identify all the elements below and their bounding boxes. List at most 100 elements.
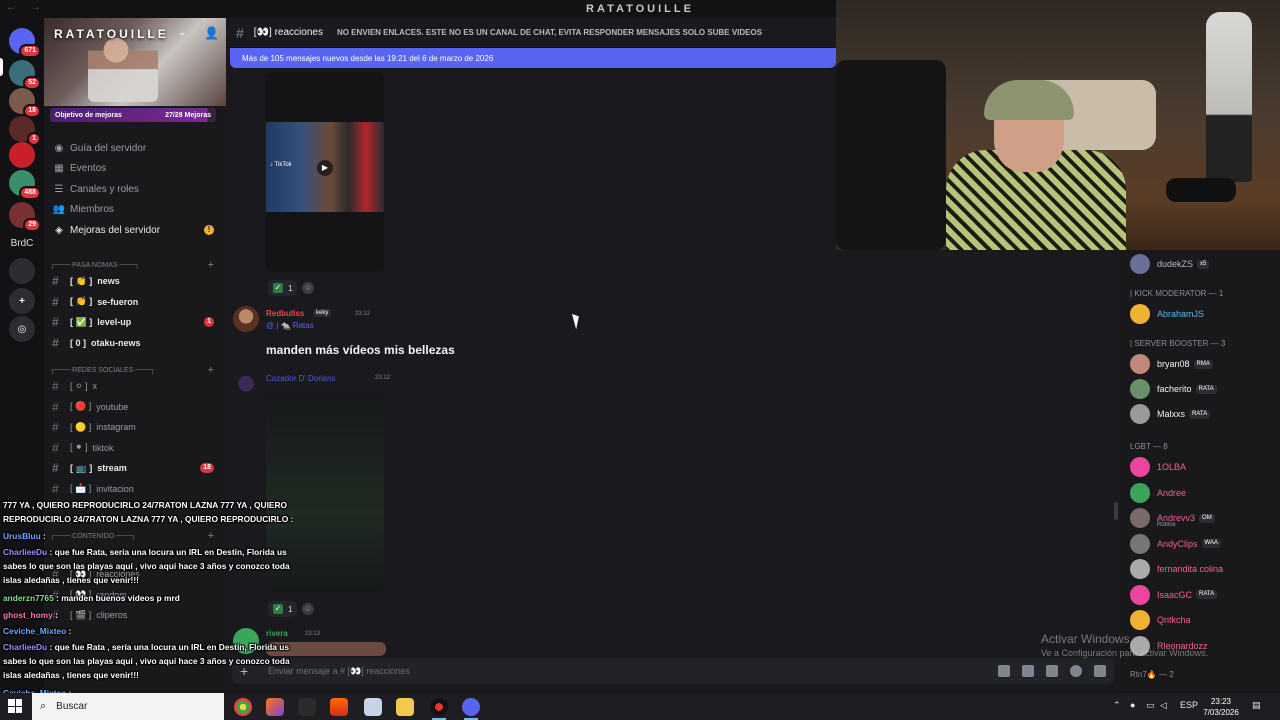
channel-stream[interactable]: # [ 📺 ] stream 18 [52,459,222,477]
channel-name: se-fueron [97,296,139,307]
channel-invitacion[interactable]: # [ 📩 ] invitacion [52,480,222,498]
webcam-microphone [1166,178,1236,202]
member-item[interactable]: Andrevv3 OM Roblox [1130,507,1280,529]
chevron-down-icon[interactable]: ⌄ [178,27,186,38]
avatar[interactable] [233,306,259,332]
message-author[interactable]: Redbullss [266,309,304,318]
member-item[interactable]: fernandita colina [1130,558,1280,580]
taskbar-search[interactable]: ⌕ Buscar [32,693,224,720]
category-redes-sociales[interactable]: ┌───·REDES SOCIALES·───┐ + [50,363,220,377]
avatar [1130,584,1150,605]
member-item[interactable]: 1OLBA [1130,456,1280,478]
add-channel-icon[interactable]: + [208,259,214,271]
live-app-icon[interactable] [298,698,316,716]
gift-icon[interactable] [998,665,1010,677]
sticker-icon[interactable] [1046,665,1058,677]
message-composer[interactable]: + Enviar mensaje a # [👀] reacciones [232,658,1114,684]
reply-mention[interactable]: @ | 🐀 Ratas [266,321,314,330]
server-name[interactable]: RATATOUILLE [54,27,169,41]
server-icon[interactable]: 1 [9,116,41,146]
channel-name: instagram [96,422,136,432]
menu-label: Canales y roles [70,183,139,195]
menu-members[interactable]: 👥 Miembros [52,200,222,218]
chrome-icon[interactable] [234,698,252,716]
channel-topic[interactable]: NO ENVIEN ENLACES. ESTE NO ES UN CANAL D… [337,28,762,37]
microphone-icon[interactable]: ● [1130,700,1135,710]
channel-instagram[interactable]: # [ 🟡 ] instagram [52,418,222,436]
menu-server-guide[interactable]: ◉ Guía del servidor [52,139,222,157]
hashtag-icon: # [52,420,59,434]
channel-x[interactable]: # [ ⚪ ] x [52,377,222,395]
invite-people-icon[interactable]: 👤 [204,26,219,40]
server-icon[interactable]: 52 [9,60,41,90]
boost-goal-bar[interactable]: Objetivo de mejoras 27/28 Mejoras [50,108,216,122]
nav-arrows[interactable]: ← → [6,2,47,13]
server-icon[interactable] [9,142,35,168]
channel-youtube[interactable]: # [ 🔴 ] youtube [52,398,222,416]
server-icon[interactable]: 29 [9,202,41,232]
channel-prefix: [ 👏 ] [70,275,93,286]
new-messages-bar[interactable]: Más de 105 mensajes nuevos desde las 19:… [230,48,836,68]
brave-icon[interactable] [330,698,348,716]
discord-icon[interactable] [462,698,480,716]
channel-tiktok[interactable]: # [ ⚫ ] tiktok [52,439,222,457]
notes-icon[interactable] [364,698,382,716]
member-item[interactable]: bryan08 RMA [1130,353,1280,375]
channel-otaku-news[interactable]: # [ 0 ] otaku-news [52,334,222,352]
server-icon[interactable] [9,258,35,284]
input-language[interactable]: ESP [1180,700,1198,710]
volume-icon[interactable]: ◁ [1160,700,1167,711]
member-item[interactable]: Andree [1130,482,1280,504]
obs-icon[interactable] [430,698,448,716]
hashtag-icon: # [52,335,59,350]
server-icon[interactable]: 488 [9,170,41,200]
member-name: AbrahamJS [1157,309,1205,319]
channel-level-up[interactable]: # [ ✅ ] level-up 1 [52,313,222,331]
member-item[interactable]: Qntkcha [1130,609,1280,631]
server-banner[interactable]: RATATOUILLE ⌄ 👤 [44,18,226,106]
calendar-icon: ▦ [54,162,64,174]
chat-scrollbar[interactable] [1114,502,1118,520]
member-name: IsaacGC [1157,589,1193,600]
channel-prefix: [ 📩 ] [70,483,92,493]
channel-se-fueron[interactable]: # [ 👏 ] se-fueron [52,293,222,311]
reaction-check[interactable]: ✓ 1 [268,280,298,296]
menu-channels-roles[interactable]: ☰ Canales y roles [52,180,222,198]
server-folder-label[interactable]: BrdC [4,238,40,249]
server-icon[interactable]: ◎ [9,316,35,342]
play-icon[interactable]: ▶ [317,160,333,176]
member-item[interactable]: IsaacGC RATA [1130,584,1280,606]
member-item[interactable]: dudekZS x5 [1130,253,1280,275]
add-channel-icon[interactable]: + [208,364,214,376]
category-pasa-nomas[interactable]: ┌───·PASA NOMAS·───┐ + [50,258,220,272]
taskbar-clock[interactable]: 23:23 7/03/2026 [1199,696,1243,718]
windows-start-icon[interactable] [8,699,22,713]
file-explorer-icon[interactable] [396,698,414,716]
compass-icon: ◉ [54,142,64,154]
menu-server-boosts[interactable]: ◈ Mejoras del servidor ! [52,221,222,239]
stream-chat-text: : [55,610,58,620]
member-item[interactable]: AbrahamJS [1130,303,1280,325]
stream-chat-message: CharlieeDu : que fue Rata, sería una loc… [3,545,309,587]
video-thumbnail[interactable]: ♪ TikTok ▶ [266,122,384,212]
member-item[interactable]: facherito RATA [1130,378,1280,400]
member-name: dudekZS [1157,259,1194,269]
member-item[interactable]: Malxxs RATA [1130,403,1280,425]
app-icon[interactable] [266,698,284,716]
server-icon[interactable]: + [9,288,35,314]
add-reaction-icon[interactable]: ☺ [302,282,314,294]
member-item[interactable]: AndyClips WAA [1130,533,1280,555]
channel-news[interactable]: # [ 👏 ] news [52,272,222,290]
chevron-up-icon[interactable]: ⌃ [1113,700,1121,711]
gif-icon[interactable] [1022,665,1034,677]
avatar[interactable] [233,372,259,398]
channel-name: [👀] reacciones [253,27,323,38]
network-icon[interactable]: ▭ [1146,700,1155,711]
emoji-icon[interactable] [1070,665,1082,677]
message-author[interactable]: Cazador D' Dorians [266,374,336,383]
menu-events[interactable]: ▦ Eventos [52,159,222,177]
notifications-icon[interactable]: ▤ [1252,700,1261,711]
server-icon[interactable]: 671 [9,28,41,58]
apps-icon[interactable] [1094,665,1106,677]
server-icon[interactable]: 18 [9,88,41,118]
